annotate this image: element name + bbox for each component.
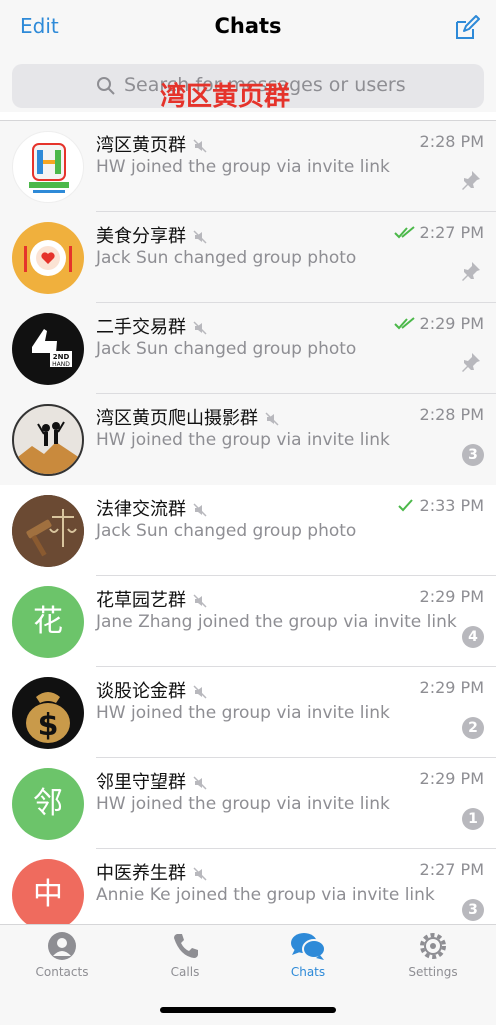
chat-title: 湾区黄页群 xyxy=(96,131,208,157)
avatar: 花 xyxy=(12,586,84,658)
chat-title: 美食分享群 xyxy=(96,222,208,248)
home-indicator xyxy=(160,1007,336,1013)
chat-time: 2:29 PM xyxy=(419,769,484,788)
unread-badge: 2 xyxy=(462,717,484,739)
chat-title: 法律交流群 xyxy=(96,495,208,521)
mute-icon xyxy=(193,230,207,244)
navigation-bar: Edit Chats Search for messages or users … xyxy=(0,0,496,112)
tab-bar: Contacts Calls Chats Settings xyxy=(0,924,496,1025)
overlay-caption: 湾区黄页群 xyxy=(160,82,291,112)
chat-title: 湾区黄页爬山摄影群 xyxy=(96,404,280,430)
compose-icon[interactable] xyxy=(452,14,480,42)
chat-row[interactable]: 2ND HAND 二手交易群 2:29 PM Jack Sun changed … xyxy=(0,303,496,394)
chat-row[interactable]: 湾区黄页爬山摄影群 2:28 PM HW joined the group vi… xyxy=(0,394,496,485)
chat-title: 谈股论金群 xyxy=(96,677,208,703)
mute-icon xyxy=(265,412,279,426)
chat-time: 2:27 PM xyxy=(393,223,484,242)
phone-icon xyxy=(174,934,198,958)
avatar: $ xyxy=(12,677,84,749)
pin-icon xyxy=(462,262,480,281)
chat-title: 花草园艺群 xyxy=(96,586,208,612)
chat-time: 2:33 PM xyxy=(394,496,484,515)
tab-contacts[interactable]: Contacts xyxy=(12,931,112,989)
mute-icon xyxy=(193,867,207,881)
chat-row[interactable]: $ 谈股论金群 2:29 PM HW joined the group via … xyxy=(0,667,496,758)
chat-preview: Annie Ke joined the group via invite lin… xyxy=(96,885,435,905)
chat-time: 2:29 PM xyxy=(393,314,484,333)
gear-icon xyxy=(420,933,446,959)
avatar: 中 xyxy=(12,859,84,931)
pin-icon xyxy=(462,171,480,190)
tab-label: Contacts xyxy=(35,965,89,979)
chat-row[interactable]: 邻 邻里守望群 2:29 PM HW joined the group via … xyxy=(0,758,496,849)
chat-preview: HW joined the group via invite link xyxy=(96,430,390,450)
chat-time: 2:29 PM xyxy=(419,587,484,606)
double-check-icon xyxy=(393,316,415,329)
chat-preview: HW joined the group via invite link xyxy=(96,703,390,723)
person-icon xyxy=(48,932,76,960)
unread-badge: 1 xyxy=(462,808,484,830)
mute-icon xyxy=(193,685,207,699)
chat-preview: Jack Sun changed group photo xyxy=(96,248,357,268)
chat-row[interactable]: 美食分享群 2:27 PM Jack Sun changed group pho… xyxy=(0,212,496,303)
chat-row[interactable]: 花 花草园艺群 2:29 PM Jane Zhang joined the gr… xyxy=(0,576,496,667)
mute-icon xyxy=(193,139,207,153)
check-icon xyxy=(397,498,413,511)
avatar: 2ND HAND xyxy=(12,313,84,385)
avatar xyxy=(12,404,84,476)
chat-bubbles-icon xyxy=(291,933,326,960)
pin-icon xyxy=(462,353,480,372)
tab-label: Settings xyxy=(408,965,458,979)
chat-time: 2:28 PM xyxy=(419,405,484,424)
mute-icon xyxy=(193,776,207,790)
tab-settings[interactable]: Settings xyxy=(383,931,483,989)
mute-icon xyxy=(193,321,207,335)
tab-label: Chats xyxy=(290,965,326,979)
tab-label: Calls xyxy=(170,965,200,979)
svg-text:2ND: 2ND xyxy=(53,353,70,361)
chat-preview: HW joined the group via invite link xyxy=(96,157,390,177)
chat-row[interactable]: 法律交流群 2:33 PM Jack Sun changed group pho… xyxy=(0,485,496,576)
unread-badge: 3 xyxy=(462,899,484,921)
chat-time: 2:27 PM xyxy=(419,860,484,879)
chat-title: 邻里守望群 xyxy=(96,768,208,794)
mute-icon xyxy=(193,503,207,517)
chat-preview: Jack Sun changed group photo xyxy=(96,521,357,541)
svg-text:HAND: HAND xyxy=(52,361,70,368)
chat-time: 2:29 PM xyxy=(419,678,484,697)
avatar: 邻 xyxy=(12,768,84,840)
avatar xyxy=(12,131,84,203)
chat-title: 中医养生群 xyxy=(96,859,208,885)
mute-icon xyxy=(193,594,207,608)
avatar xyxy=(12,495,84,567)
avatar xyxy=(12,222,84,294)
page-title: Chats xyxy=(214,14,282,38)
chat-time: 2:28 PM xyxy=(419,132,484,151)
tab-chats[interactable]: Chats xyxy=(258,931,358,989)
tab-calls[interactable]: Calls xyxy=(135,931,235,989)
chat-preview: HW joined the group via invite link xyxy=(96,794,390,814)
double-check-icon xyxy=(393,225,415,238)
chat-row[interactable]: 湾区黄页群 2:28 PM HW joined the group via in… xyxy=(0,121,496,212)
search-icon xyxy=(97,77,115,95)
chat-title: 二手交易群 xyxy=(96,313,208,339)
unread-badge: 4 xyxy=(462,626,484,648)
unread-badge: 3 xyxy=(462,444,484,466)
chat-preview: Jack Sun changed group photo xyxy=(96,339,357,359)
svg-text:$: $ xyxy=(38,708,59,743)
chat-preview: Jane Zhang joined the group via invite l… xyxy=(96,612,457,632)
